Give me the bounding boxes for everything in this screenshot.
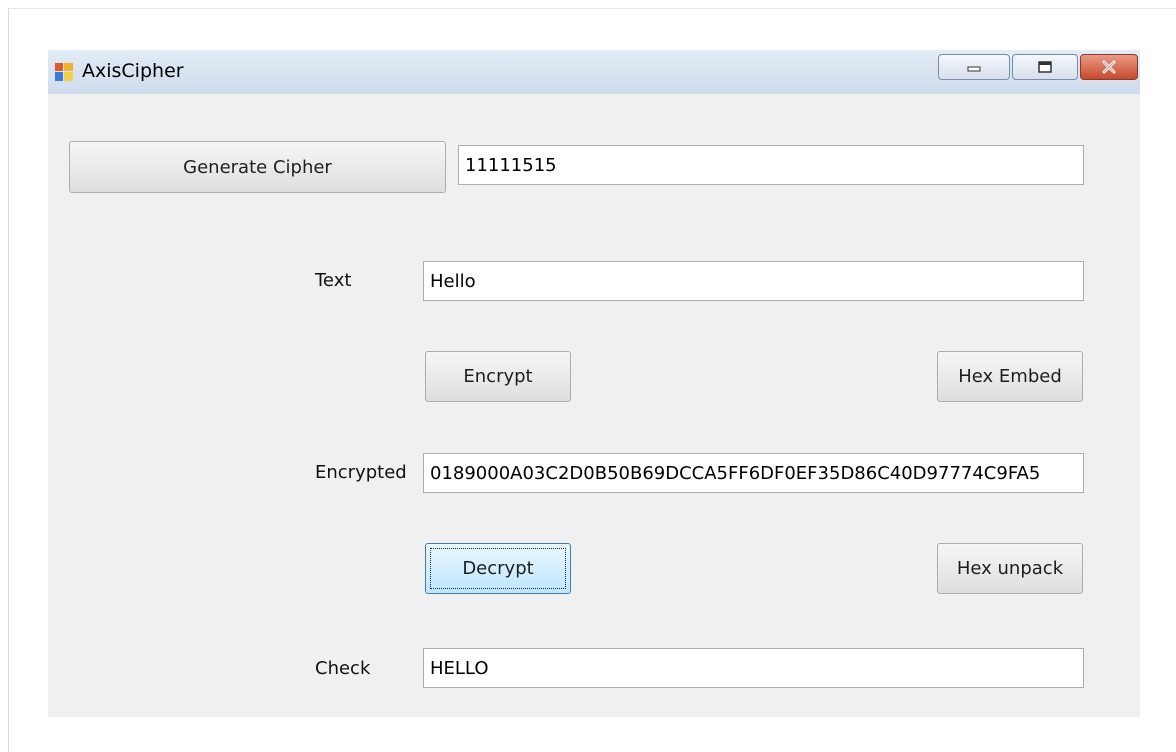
title-bar[interactable]: AxisCipher <box>48 50 1140 94</box>
text-label: Text <box>315 270 352 291</box>
generate-cipher-button[interactable]: Generate Cipher <box>69 141 446 193</box>
window-title: AxisCipher <box>82 60 184 82</box>
focus-ring <box>430 548 566 589</box>
close-icon <box>1102 60 1116 74</box>
maximize-button[interactable] <box>1012 54 1078 80</box>
encrypted-label: Encrypted <box>315 462 407 483</box>
maximize-icon <box>1038 61 1052 73</box>
cipher-key-field[interactable]: 11111515 <box>458 145 1084 185</box>
app-window-icon <box>55 63 73 81</box>
hex-unpack-button[interactable]: Hex unpack <box>937 543 1083 594</box>
minimize-button[interactable] <box>938 54 1010 80</box>
check-label: Check <box>315 658 371 679</box>
encrypt-button[interactable]: Encrypt <box>425 351 571 402</box>
encrypted-output-field[interactable]: 0189000A03C2D0B50B69DCCA5FF6DF0EF35D86C4… <box>423 453 1084 493</box>
minimize-icon <box>967 66 981 72</box>
hex-embed-button[interactable]: Hex Embed <box>937 351 1083 402</box>
close-button[interactable] <box>1080 54 1138 80</box>
check-output-field[interactable]: HELLO <box>423 648 1084 688</box>
text-input[interactable]: Hello <box>423 261 1084 301</box>
app-window: AxisCipher Generate Cipher 11111515 Text… <box>48 50 1140 717</box>
decrypt-button[interactable]: Decrypt <box>425 543 571 594</box>
